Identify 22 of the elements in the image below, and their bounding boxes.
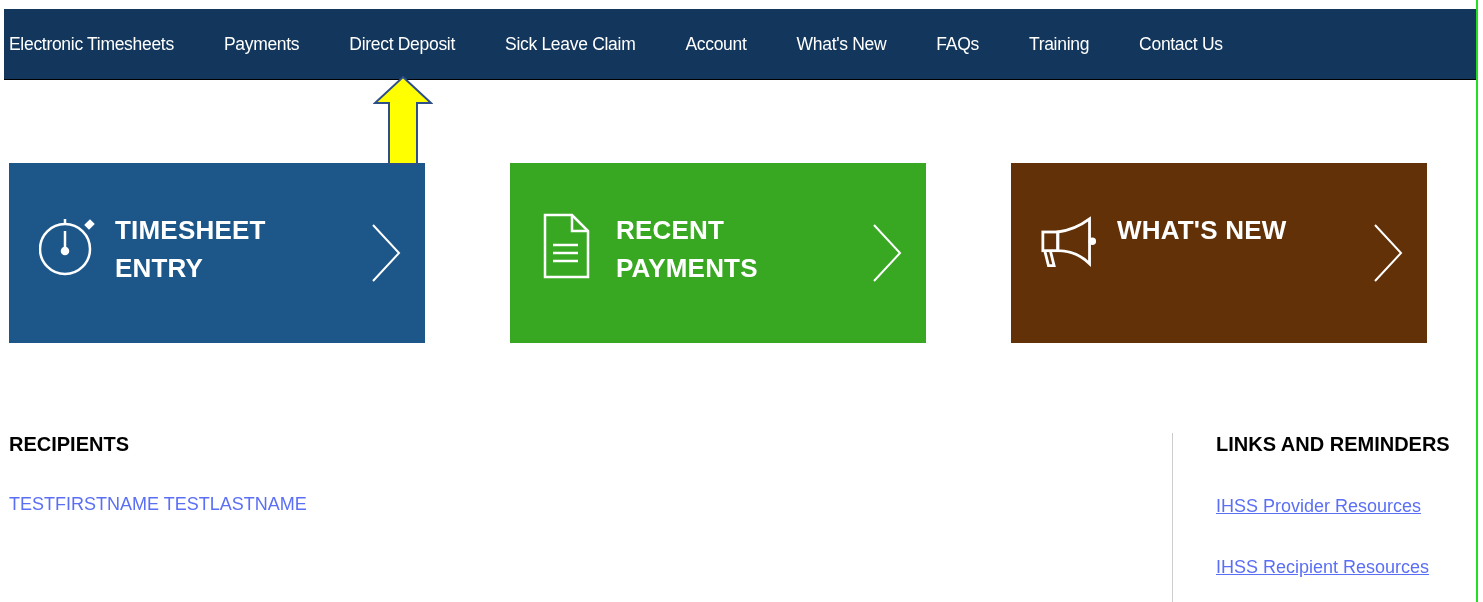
recipient-link[interactable]: TESTFIRSTNAME TESTLASTNAME: [9, 494, 1172, 515]
section-heading: RECIPIENTS: [9, 433, 131, 456]
tile-title: RECENT PAYMENTS: [616, 214, 759, 285]
tile-title: WHAT'S NEW: [1117, 214, 1288, 247]
nav-link[interactable]: Direct Deposit: [349, 33, 455, 55]
tile-card[interactable]: WHAT'S NEW: [1011, 163, 1427, 343]
nav-link[interactable]: Training: [1028, 33, 1090, 55]
nav-link[interactable]: Payments: [223, 33, 300, 55]
tile-card[interactable]: TIMESHEET ENTRY: [9, 163, 425, 343]
tile-title: TIMESHEET ENTRY: [115, 214, 267, 285]
section-heading: LINKS AND REMINDERS: [1216, 433, 1451, 456]
nav-link[interactable]: Contact Us: [1139, 33, 1223, 55]
nav-link[interactable]: Account: [685, 33, 747, 55]
resource-link[interactable]: IHSS Provider Resources: [1216, 496, 1476, 517]
resource-link[interactable]: IHSS Recipient Resources: [1216, 557, 1476, 578]
chevron-icon: [872, 223, 902, 283]
nav-link[interactable]: What's New: [796, 33, 887, 55]
chevron-icon: [371, 223, 401, 283]
chevron-icon: [1373, 223, 1403, 283]
nav-link[interactable]: Sick Leave Claim: [505, 33, 636, 55]
nav-link[interactable]: FAQs: [936, 33, 979, 55]
nav-link[interactable]: Electronic Timesheets: [9, 33, 174, 55]
